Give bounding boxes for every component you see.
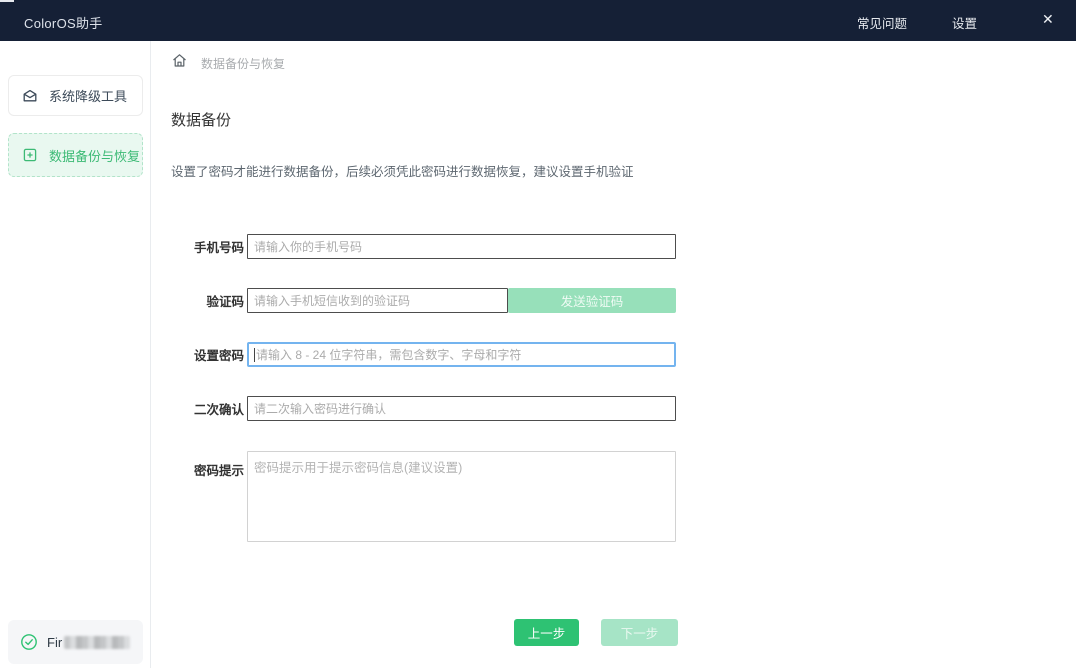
- minimize-icon[interactable]: [0, 0, 14, 2]
- settings-button[interactable]: 设置: [952, 13, 977, 32]
- password-label: 设置密码: [151, 345, 244, 364]
- password-hint-textarea[interactable]: [247, 451, 676, 542]
- page-description: 设置了密码才能进行数据备份，后续必须凭此密码进行数据恢复，建议设置手机验证: [171, 161, 634, 180]
- send-code-button[interactable]: 发送验证码: [508, 288, 676, 313]
- hint-label: 密码提示: [151, 460, 244, 479]
- sidebar: 系统降级工具 数据备份与恢复 Fir: [0, 41, 151, 668]
- password-placeholder: 请输入 8 - 24 位字符串，需包含数字、字母和字符: [256, 346, 521, 363]
- previous-step-button[interactable]: 上一步: [514, 619, 579, 646]
- redacted-device-name: [64, 636, 130, 649]
- faq-button[interactable]: 常见问题: [857, 13, 907, 32]
- breadcrumb: 数据备份与恢复: [201, 55, 285, 72]
- device-name: Fir: [47, 635, 130, 650]
- set-password-input[interactable]: 请输入 8 - 24 位字符串，需包含数字、字母和字符: [247, 342, 676, 367]
- backup-plus-icon: [22, 147, 38, 163]
- form-row-hint: 密码提示: [151, 451, 676, 542]
- app-window: ColorOS助手 常见问题 设置 ✕ 系统降级工具 数据备份与恢复: [0, 0, 1076, 668]
- sidebar-item-label: 数据备份与恢复: [49, 146, 140, 165]
- sidebar-item-system-downgrade[interactable]: 系统降级工具: [8, 75, 143, 116]
- main-panel: 数据备份与恢复 数据备份 设置了密码才能进行数据备份，后续必须凭此密码进行数据恢…: [151, 41, 1076, 668]
- form-row-confirm: 二次确认: [151, 396, 676, 421]
- text-caret: [254, 348, 255, 362]
- phone-label: 手机号码: [151, 237, 244, 256]
- check-circle-icon: [20, 633, 38, 651]
- code-input[interactable]: [247, 288, 508, 313]
- phone-input[interactable]: [247, 234, 676, 259]
- mail-tool-icon: [22, 88, 38, 104]
- form-row-password: 设置密码 请输入 8 - 24 位字符串，需包含数字、字母和字符: [151, 342, 676, 367]
- form-row-code: 验证码 发送验证码: [151, 288, 676, 313]
- form-row-phone: 手机号码: [151, 234, 676, 259]
- close-icon[interactable]: ✕: [1042, 11, 1054, 28]
- sidebar-item-label: 系统降级工具: [49, 86, 127, 105]
- sidebar-item-data-backup[interactable]: 数据备份与恢复: [8, 133, 143, 177]
- code-label: 验证码: [151, 291, 244, 310]
- titlebar: ColorOS助手 常见问题 设置 ✕: [0, 0, 1076, 41]
- connected-device-card: Fir: [8, 620, 143, 664]
- confirm-label: 二次确认: [151, 399, 244, 418]
- page-title: 数据备份: [171, 109, 231, 130]
- home-icon[interactable]: [171, 52, 188, 74]
- confirm-password-input[interactable]: [247, 396, 676, 421]
- next-step-button[interactable]: 下一步: [601, 619, 678, 646]
- app-title: ColorOS助手: [24, 13, 103, 32]
